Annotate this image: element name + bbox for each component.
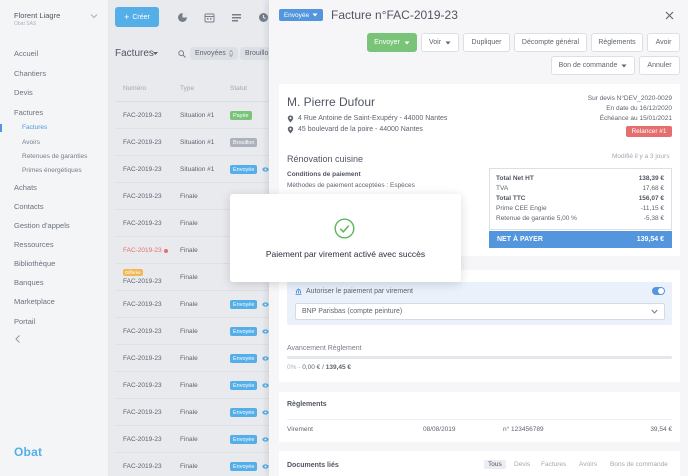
success-message: Paiement par virement activé avec succès <box>265 249 426 259</box>
check-circle-icon <box>334 218 355 239</box>
